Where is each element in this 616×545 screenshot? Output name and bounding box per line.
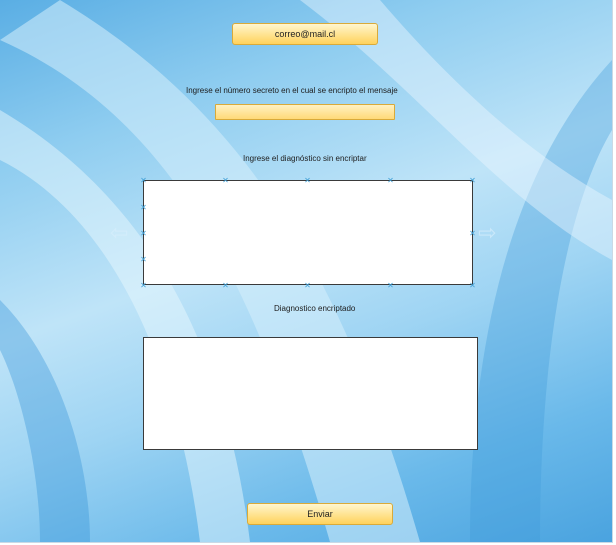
resize-handle-icon[interactable]: ✕ (304, 282, 311, 290)
diagnosis-encrypted-output[interactable] (143, 337, 478, 450)
diagnosis-encrypted-label: Diagnostico encriptado (274, 304, 356, 313)
resize-handle-icon[interactable]: ✕ (469, 230, 476, 238)
diagnosis-plain-label: Ingrese el diagnóstico sin encriptar (243, 154, 367, 163)
arrow-right-icon: ⇨ (478, 221, 497, 246)
resize-handle-icon[interactable]: ✕ (140, 204, 147, 212)
resize-handle-icon[interactable]: ✕ (469, 282, 476, 290)
resize-handle-icon[interactable]: ✕ (140, 177, 147, 185)
arrow-left-icon: ⇦ (110, 221, 129, 246)
resize-handle-icon[interactable]: ✕ (387, 282, 394, 290)
resize-handle-icon[interactable]: ✕ (140, 256, 147, 264)
resize-handle-icon[interactable]: ✕ (140, 230, 147, 238)
resize-handle-icon[interactable]: ✕ (222, 177, 229, 185)
resize-handle-icon[interactable]: ✕ (304, 177, 311, 185)
resize-handle-icon[interactable]: ✕ (469, 177, 476, 185)
diagnosis-plain-textarea[interactable] (143, 180, 473, 285)
send-button[interactable]: Enviar (247, 503, 393, 525)
resize-handle-icon[interactable]: ✕ (387, 177, 394, 185)
form-canvas: correo@mail.cl Ingrese el número secreto… (0, 0, 613, 543)
email-button[interactable]: correo@mail.cl (232, 23, 378, 45)
resize-handle-icon[interactable]: ✕ (222, 282, 229, 290)
resize-handle-icon[interactable]: ✕ (140, 282, 147, 290)
secret-number-input[interactable] (215, 104, 395, 120)
secret-number-label: Ingrese el número secreto en el cual se … (186, 86, 398, 95)
